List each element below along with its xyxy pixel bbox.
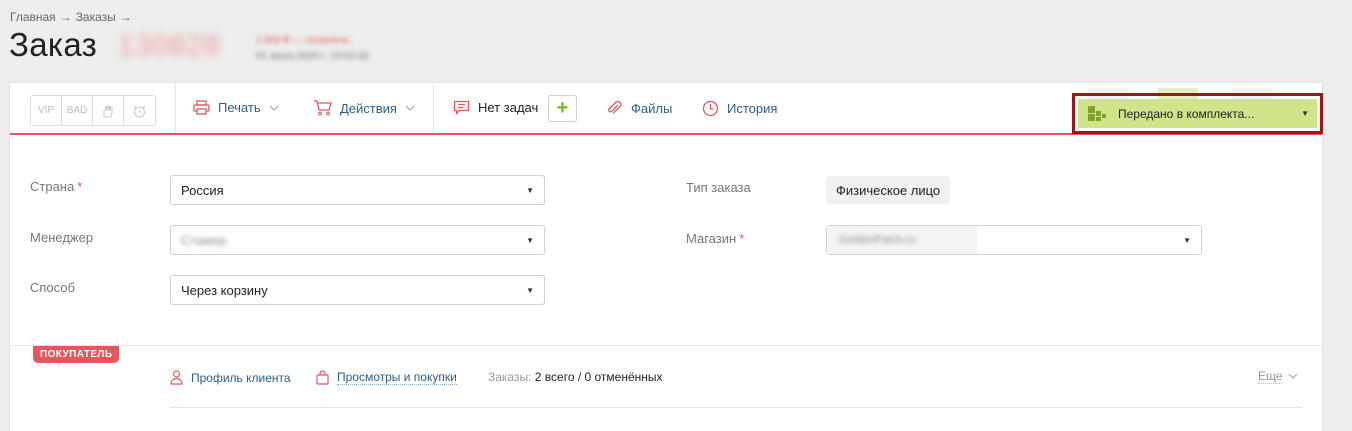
views-purchases-label: Просмотры и покупки <box>337 370 457 385</box>
section-divider <box>170 407 1302 408</box>
printer-icon <box>193 100 210 115</box>
order-sum: 2 800 ₽ — оплачено <box>256 35 350 46</box>
clock-icon <box>702 100 719 117</box>
toolbar: VIP BAD Печать Действия Нет задач + Файл… <box>10 83 1323 135</box>
status-select[interactable]: Передано в комплекта... ▼ <box>1078 99 1317 128</box>
chevron-down-icon <box>405 105 415 111</box>
shopping-bag-icon <box>316 370 329 385</box>
caret-down-icon: ▼ <box>526 236 534 245</box>
country-select[interactable]: Россия ▼ <box>170 175 545 205</box>
order-type-label: Тип заказа <box>686 180 751 195</box>
user-icon <box>170 370 183 385</box>
tasks-button[interactable]: Нет задач <box>453 100 538 115</box>
add-task-button[interactable]: + <box>548 95 577 122</box>
boxes-icon <box>1088 106 1106 121</box>
customer-badge: ПОКУПАТЕЛЬ <box>33 346 120 363</box>
required-mark: * <box>739 231 745 246</box>
client-profile-label: Профиль клиента <box>191 370 291 385</box>
flag-vip[interactable]: VIP <box>31 96 62 125</box>
caret-down-icon: ▼ <box>526 186 534 195</box>
toolbar-divider <box>433 83 434 133</box>
paperclip-icon <box>606 100 623 117</box>
flag-hand-icon[interactable] <box>93 96 124 125</box>
plus-icon: + <box>556 97 569 119</box>
method-select[interactable]: Через корзину ▼ <box>170 275 545 305</box>
method-value: Через корзину <box>181 282 268 298</box>
country-value: Россия <box>181 182 224 198</box>
more-button[interactable]: Еще <box>1258 369 1298 384</box>
breadcrumb-separator: → <box>119 10 132 24</box>
order-meta: 2 800 ₽ — оплачено 01 июля 2020 г. 15:53… <box>256 33 369 65</box>
files-button[interactable]: Файлы <box>606 100 672 117</box>
shop-select[interactable]: GoldenPatch.ru ▼ <box>826 225 1202 255</box>
page-title: Заказ <box>9 26 98 63</box>
orders-summary-value: 2 всего / 0 отменённых <box>534 370 663 384</box>
more-label: Еще <box>1258 369 1283 384</box>
shop-value-box: GoldenPatch.ru <box>827 226 977 254</box>
cart-icon <box>313 100 332 116</box>
country-label: Страна * <box>30 179 82 194</box>
history-label: История <box>727 101 778 116</box>
shop-label-text: Магазин <box>686 231 737 246</box>
history-button[interactable]: История <box>702 100 777 117</box>
breadcrumb-separator: → <box>59 10 72 24</box>
shop-label: Магазин * <box>686 231 744 246</box>
orders-summary: Заказы: 2 всего / 0 отменённых <box>488 370 663 384</box>
flag-bad[interactable]: BAD <box>62 96 93 125</box>
caret-down-icon: ▼ <box>526 286 534 295</box>
orders-summary-label: Заказы: <box>488 370 532 384</box>
section-divider <box>10 345 1322 346</box>
actions-label: Действия <box>340 100 397 116</box>
manager-value: Стажер <box>181 232 227 248</box>
task-list-icon <box>453 100 470 115</box>
breadcrumb-home[interactable]: Главная <box>10 10 56 24</box>
print-button[interactable]: Печать <box>193 100 279 115</box>
manager-select[interactable]: Стажер ▼ <box>170 225 545 255</box>
order-number: 130828 <box>118 30 221 62</box>
order-type-value[interactable]: Физическое лицо <box>826 176 951 204</box>
method-label: Способ <box>30 280 75 295</box>
tasks-label: Нет задач <box>478 100 539 115</box>
actions-button[interactable]: Действия <box>313 100 415 116</box>
order-card: VIP BAD Печать Действия Нет задач + Файл… <box>9 82 1323 431</box>
files-label: Файлы <box>631 101 673 116</box>
order-date: 01 июля 2020 г. 15:53:30 <box>256 51 369 62</box>
flag-alarm-icon[interactable] <box>124 96 155 125</box>
breadcrumb-orders[interactable]: Заказы <box>76 10 116 24</box>
print-label: Печать <box>218 100 261 115</box>
status-label: Передано в комплекта... <box>1118 106 1255 121</box>
required-mark: * <box>77 179 83 194</box>
flag-group: VIP BAD <box>30 95 156 126</box>
country-label-text: Страна <box>30 179 75 194</box>
shop-value: GoldenPatch.ru <box>839 234 916 246</box>
chevron-down-icon <box>269 105 279 111</box>
breadcrumb: Главная → Заказы → <box>10 10 132 24</box>
views-purchases-link[interactable]: Просмотры и покупки <box>316 370 457 385</box>
caret-down-icon: ▼ <box>1183 236 1191 245</box>
status-highlight: Передано в комплекта... ▼ <box>1072 93 1323 134</box>
manager-label: Менеджер <box>30 230 94 245</box>
caret-down-icon: ▼ <box>1301 109 1309 118</box>
client-profile-link[interactable]: Профиль клиента <box>170 370 291 385</box>
chevron-down-icon <box>1288 369 1298 384</box>
toolbar-divider <box>175 83 176 133</box>
